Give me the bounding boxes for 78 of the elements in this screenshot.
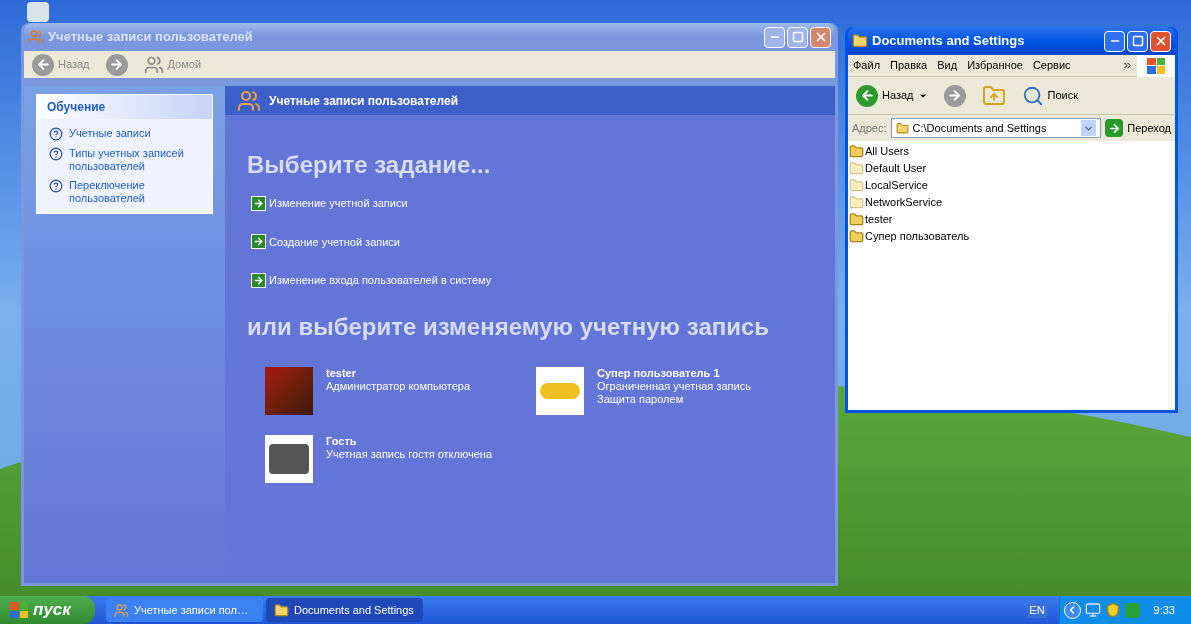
folder-item[interactable]: tester [849,211,893,228]
folder-item[interactable]: LocalService [849,177,928,194]
header-title: Учетные записи пользователей [269,92,459,110]
dropdown-icon[interactable] [1081,120,1097,136]
search-button[interactable]: Поиск [1017,81,1082,110]
folder-icon [849,229,864,244]
windows-logo-icon [1137,54,1175,77]
users-icon [143,54,164,75]
maximize-icon [1131,35,1144,47]
task-link[interactable]: Изменение учетной записи [251,195,408,212]
more-icon[interactable] [1122,60,1133,71]
sidebar-link[interactable]: Типы учетных записей пользователей [49,147,200,173]
account-picture[interactable] [265,366,313,415]
sidebar-link[interactable]: Учетные записи [49,127,200,141]
account-description: Администратор компьютера [326,379,470,393]
folder-icon [849,195,864,210]
menu-item[interactable]: Правка [885,57,933,74]
maximize-button[interactable] [1127,30,1148,52]
account-name[interactable]: Супер пользователь 1 [597,366,751,380]
window-title: Documents and Settings [872,32,1026,51]
taskbar-button[interactable]: Documents and Settings [266,598,423,622]
window-title: Учетные записи пользователей [48,28,254,47]
account-picture[interactable] [536,366,584,415]
start-button[interactable]: пуск [0,596,95,624]
search-icon [1021,84,1044,107]
menu-item[interactable]: Файл [848,57,886,74]
address-label: Адрес: [852,120,887,136]
sidebar-title: Обучение [37,95,212,119]
network-icon[interactable] [1084,602,1101,618]
close-button[interactable] [1150,30,1171,52]
taskbar-button[interactable]: Учетные записи пол… [106,598,263,622]
task-link[interactable]: Изменение входа пользователей в систему [251,272,492,289]
photo-placeholder [269,443,309,474]
help-icon [49,147,63,161]
task-link[interactable]: Создание учетной записи [251,233,400,250]
account-description: Учетная запись гостя отключена [326,447,493,461]
account-name[interactable]: Гость [326,434,493,448]
folder-icon [849,178,864,193]
language-indicator[interactable]: EN [1027,601,1047,619]
folder-icon [274,602,289,618]
menu-item[interactable]: Сервис [1027,57,1076,74]
back-button[interactable]: Назад [852,81,932,110]
help-icon [49,179,63,193]
heading: Выберите задание... [247,151,492,179]
heading: или выберите изменяемую учетную запись [247,312,771,341]
help-icon [49,127,63,141]
users-icon [28,29,44,45]
expand-tray-icon[interactable] [1063,601,1081,619]
account-description: Ограниченная учетная запись [597,379,751,393]
folder-icon [849,161,864,176]
folder-icon [849,212,864,227]
account-name[interactable]: tester [326,366,470,380]
account-description: Защита паролем [597,392,685,406]
menu-item[interactable]: Вид [932,57,963,74]
minimize-button[interactable] [1104,30,1125,52]
folder-icon [852,33,868,49]
users-icon [237,88,261,113]
clock: 9:33 [1153,602,1175,618]
folder-icon [895,121,909,135]
menu-item[interactable]: Избранное [962,57,1028,74]
folder-item[interactable]: Супер пользователь [849,228,970,245]
users-icon [114,602,129,618]
maximize-icon [791,31,804,43]
address-field[interactable]: C:\Documents and Settings [890,118,1102,138]
maximize-button[interactable] [787,26,808,48]
shield-icon[interactable] [1104,602,1121,618]
photo-placeholder [540,382,580,399]
minimize-button[interactable] [764,26,785,48]
close-button[interactable] [810,26,831,48]
sidebar-link[interactable]: Переключение пользователей [49,179,200,205]
windows-logo-icon [10,602,28,618]
folder-item[interactable]: Default User [849,160,927,177]
folder-icon [849,144,864,159]
folder-up-icon [981,83,1006,108]
go-button[interactable]: Переход [1105,119,1171,137]
folder-item[interactable]: NetworkService [849,194,943,211]
folder-item[interactable]: All Users [849,143,909,160]
account-picture[interactable] [265,434,313,483]
